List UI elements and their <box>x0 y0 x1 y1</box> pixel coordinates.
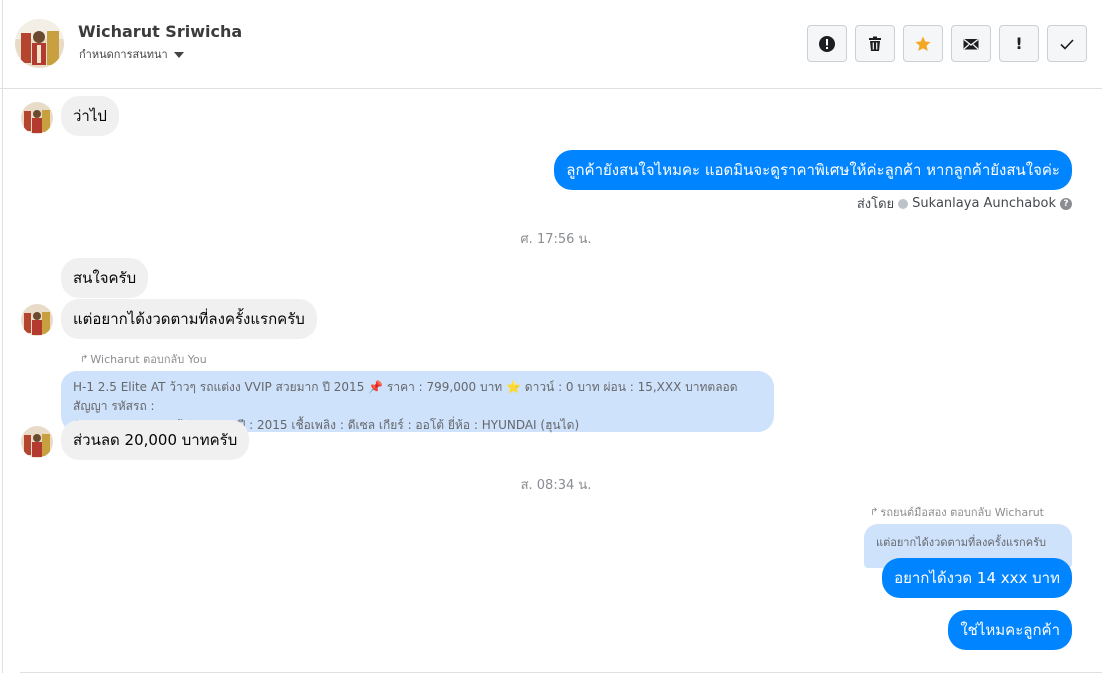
timestamp: ศ. 17:56 น. <box>520 232 592 247</box>
trash-icon <box>869 36 881 51</box>
help-icon[interactable]: ? <box>1060 197 1072 210</box>
reply-label: ↱ รถยนต์มือสอง ตอบกลับ Wicharut <box>870 503 1044 521</box>
reply-label: ↱ Wicharut ตอบกลับ You <box>80 350 207 368</box>
verified-icon <box>898 198 909 209</box>
reply-arrow-icon: ↱ <box>80 353 89 365</box>
left-border <box>2 0 3 673</box>
incoming-message[interactable]: ว่าไป <box>61 96 119 136</box>
outgoing-message[interactable]: อยากได้งวด 14 xxx บาท <box>882 558 1072 598</box>
mark-spam-button[interactable] <box>807 25 847 62</box>
contact-name[interactable]: Wicharut Sriwicha <box>78 22 242 41</box>
avatar[interactable] <box>21 304 53 336</box>
follow-up-button[interactable]: ! <box>999 25 1039 62</box>
star-button[interactable] <box>903 25 943 62</box>
reply-arrow-icon: ↱ <box>870 506 879 518</box>
avatar[interactable] <box>21 426 53 458</box>
agent-name: Sukanlaya Aunchabok <box>912 196 1056 211</box>
contact-avatar[interactable] <box>15 19 64 68</box>
conversation-header: Wicharut Sriwicha กำหนดการสนทนา ! <box>0 0 1102 89</box>
avatar[interactable] <box>21 102 53 134</box>
mark-done-button[interactable] <box>1047 25 1087 62</box>
check-icon <box>1060 38 1074 50</box>
alert-circle-icon <box>819 35 835 52</box>
assign-label: กำหนดการสนทนา <box>79 48 168 61</box>
mark-unread-button[interactable] <box>951 25 991 62</box>
quote-line: H-1 2.5 Elite AT ว้าวๆ รถแต่งง VVIP สวยม… <box>73 380 738 413</box>
outgoing-message[interactable]: ลูกค้ายังสนใจไหมคะ แอดมินจะดูราคาพิเศษให… <box>554 150 1072 190</box>
action-toolbar: ! <box>807 25 1087 62</box>
delete-button[interactable] <box>855 25 895 62</box>
chevron-down-icon <box>173 51 184 58</box>
incoming-message[interactable]: สนใจครับ <box>61 258 149 298</box>
mail-icon <box>963 38 979 49</box>
incoming-message[interactable]: ส่วนลด 20,000 บาทครับ <box>61 420 250 460</box>
reply-label-text: รถยนต์มือสอง ตอบกลับ Wicharut <box>880 506 1044 519</box>
sent-by-info: ส่งโดย Sukanlaya Aunchabok ? <box>857 193 1072 214</box>
exclamation-icon: ! <box>1015 34 1023 53</box>
sent-by-prefix: ส่งโดย <box>856 197 895 212</box>
assign-conversation-dropdown[interactable]: กำหนดการสนทนา <box>79 45 184 63</box>
incoming-message[interactable]: แต่อยากได้งวดตามที่ลงครั้งแรกครับ <box>61 299 317 339</box>
reply-label-text: Wicharut ตอบกลับ You <box>90 353 207 366</box>
outgoing-message[interactable]: ใช่ไหมคะลูกค้า <box>948 610 1072 650</box>
star-icon <box>915 36 931 51</box>
timestamp: ส. 08:34 น. <box>520 478 592 493</box>
